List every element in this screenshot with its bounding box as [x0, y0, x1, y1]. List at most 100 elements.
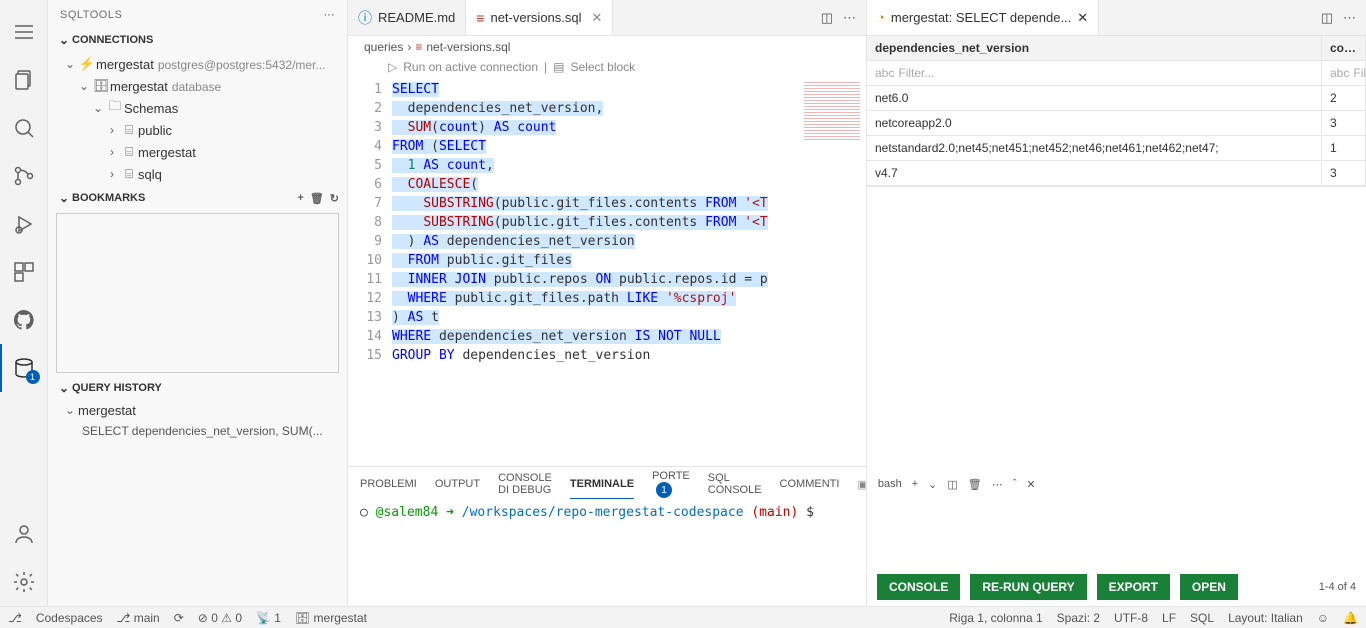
- bell-icon[interactable]: 🔔: [1343, 611, 1358, 625]
- console-button[interactable]: CONSOLE: [877, 574, 960, 600]
- tree-schemas[interactable]: ⌄ 🗀 Schemas: [48, 97, 347, 119]
- tree-schema-sqlq[interactable]: › ⌸ sqlq: [48, 163, 347, 185]
- status-ports[interactable]: 📡 1: [256, 611, 281, 625]
- status-bar: ⎇ Codespaces ⎇ main ⟳ ⊘ 0 ⚠ 0 📡 1 🗄 merg…: [0, 606, 1366, 628]
- table-row[interactable]: v4.7 3: [867, 161, 1366, 186]
- account-icon[interactable]: [0, 510, 48, 558]
- sidebar: SQLTOOLS ⋯ ⌄ CONNECTIONS ⌄ ⚡ mergestatpo…: [48, 0, 348, 606]
- chevron-down-icon: ⌄: [62, 403, 78, 417]
- tree-connection[interactable]: ⌄ ⚡ mergestatpostgres@postgres:5432/mer.…: [48, 53, 347, 75]
- db-result-icon: ◔: [877, 10, 885, 25]
- add-icon[interactable]: +: [297, 192, 303, 205]
- code-editor[interactable]: 123456789101112131415 SELECT dependencie…: [348, 80, 866, 466]
- bottom-panel: PROBLEMI OUTPUT CONSOLE DI DEBUG TERMINA…: [348, 466, 866, 606]
- tab-debug-console[interactable]: CONSOLE DI DEBUG: [498, 464, 552, 504]
- run-debug-icon[interactable]: [0, 200, 48, 248]
- editor-column: ⓘ README.md ≡ net-versions.sql ✕ ◫ ⋯ que…: [348, 0, 866, 606]
- split-editor-icon[interactable]: ◫: [1321, 10, 1333, 26]
- minimap[interactable]: [804, 82, 860, 142]
- search-icon[interactable]: [0, 104, 48, 152]
- sqltools-icon[interactable]: 1: [0, 344, 48, 392]
- close-icon[interactable]: ✕: [1077, 10, 1088, 26]
- status-encoding[interactable]: UTF-8: [1114, 611, 1148, 625]
- more-icon[interactable]: ⋯: [843, 10, 856, 26]
- chevron-right-icon: ›: [104, 123, 120, 137]
- section-connections[interactable]: ⌄ CONNECTIONS: [48, 29, 347, 51]
- chevron-right-icon: ›: [104, 145, 120, 159]
- export-button[interactable]: EXPORT: [1097, 574, 1170, 600]
- status-cursor[interactable]: Riga 1, colonna 1: [949, 611, 1042, 625]
- rerun-button[interactable]: RE-RUN QUERY: [970, 574, 1086, 600]
- tab-problemi[interactable]: PROBLEMI: [360, 470, 417, 498]
- status-problems[interactable]: ⊘ 0 ⚠ 0: [198, 611, 242, 625]
- table-row[interactable]: netstandard2.0;net45;net451;net452;net46…: [867, 136, 1366, 161]
- source-control-icon[interactable]: [0, 152, 48, 200]
- tab-readme[interactable]: ⓘ README.md: [348, 0, 466, 35]
- select-block-link[interactable]: Select block: [570, 60, 635, 74]
- filter-input-c2[interactable]: abcFilt: [1322, 61, 1366, 86]
- database-icon: 🗄: [92, 78, 110, 94]
- more-icon[interactable]: ⋯: [324, 8, 336, 21]
- refresh-icon[interactable]: ↻: [330, 192, 339, 205]
- breadcrumb[interactable]: queries › ≡ net-versions.sql: [348, 36, 866, 58]
- status-branch[interactable]: ⎇ main: [117, 611, 160, 625]
- select-block-icon[interactable]: ▤: [553, 60, 564, 74]
- sqltools-badge: 1: [26, 370, 40, 384]
- sql-file-icon: ≡: [476, 10, 484, 26]
- tab-sql-console[interactable]: SQL CONSOLE: [708, 464, 762, 504]
- terminal-content[interactable]: ○ @salem84 ➜ /workspaces/repo-mergestat-…: [348, 501, 866, 606]
- code-content[interactable]: SELECT dependencies_net_version, SUM(cou…: [392, 80, 866, 466]
- status-eol[interactable]: LF: [1162, 611, 1176, 625]
- settings-gear-icon[interactable]: [0, 558, 48, 606]
- tab-terminale[interactable]: TERMINALE: [570, 470, 634, 499]
- status-codespaces[interactable]: Codespaces: [36, 611, 103, 625]
- filter-icon: abc: [875, 66, 894, 80]
- table-row[interactable]: netcoreapp2.0 3: [867, 111, 1366, 136]
- play-icon[interactable]: ▷: [388, 60, 397, 74]
- chevron-down-icon: ⌄: [56, 381, 72, 395]
- explorer-icon[interactable]: [0, 56, 48, 104]
- tab-net-versions[interactable]: ≡ net-versions.sql ✕: [466, 0, 613, 35]
- close-icon[interactable]: ✕: [592, 10, 603, 26]
- sidebar-title: SQLTOOLS: [60, 9, 122, 21]
- tab-commenti[interactable]: COMMENTI: [780, 470, 840, 498]
- info-icon: ⓘ: [358, 8, 372, 28]
- tree-schema-public[interactable]: › ⌸ public: [48, 119, 347, 141]
- extensions-icon[interactable]: [0, 248, 48, 296]
- open-button[interactable]: OPEN: [1180, 574, 1238, 600]
- query-history-item[interactable]: SELECT dependencies_net_version, SUM(...: [48, 421, 347, 441]
- tree-database[interactable]: ⌄ 🗄 mergestatdatabase: [48, 75, 347, 97]
- section-bookmarks[interactable]: ⌄ BOOKMARKS + 🗑 ↻: [48, 187, 347, 209]
- group-icon: ⌸: [120, 144, 138, 160]
- results-table: dependencies_net_version count abcFilter…: [867, 36, 1366, 187]
- feedback-icon[interactable]: ☺: [1317, 611, 1329, 625]
- remote-icon[interactable]: ⎇: [8, 611, 22, 625]
- sync-icon[interactable]: ⟳: [174, 611, 184, 625]
- tab-porte[interactable]: PORTE1: [652, 470, 690, 498]
- chevron-down-icon: ⌄: [56, 33, 72, 47]
- porte-badge: 1: [656, 482, 672, 498]
- status-lang[interactable]: SQL: [1190, 611, 1214, 625]
- split-editor-icon[interactable]: ◫: [821, 10, 833, 26]
- row-count: 1-4 of 4: [1319, 581, 1356, 593]
- results-tab[interactable]: ◔ mergestat: SELECT depende... ✕: [867, 0, 1099, 35]
- group-icon: ⌸: [120, 122, 138, 138]
- status-indent[interactable]: Spazi: 2: [1057, 611, 1100, 625]
- tab-output[interactable]: OUTPUT: [435, 470, 480, 498]
- github-icon[interactable]: [0, 296, 48, 344]
- status-db[interactable]: 🗄 mergestat: [295, 611, 367, 625]
- run-connection-link[interactable]: Run on active connection: [403, 60, 538, 74]
- more-icon[interactable]: ⋯: [1343, 10, 1356, 26]
- filter-input-c1[interactable]: abcFilter...: [867, 61, 1322, 86]
- status-layout[interactable]: Layout: Italian: [1228, 611, 1303, 625]
- bookmarks-empty: [56, 213, 339, 373]
- section-query-history[interactable]: ⌄ QUERY HISTORY: [48, 377, 347, 399]
- table-row[interactable]: net6.0 2: [867, 86, 1366, 111]
- trash-icon[interactable]: 🗑: [310, 192, 324, 205]
- menu-icon[interactable]: [0, 8, 48, 56]
- col-header-name[interactable]: dependencies_net_version: [867, 36, 1322, 61]
- tree-schema-mergestat[interactable]: › ⌸ mergestat: [48, 141, 347, 163]
- col-header-count[interactable]: count: [1322, 36, 1366, 61]
- results-pane: ◔ mergestat: SELECT depende... ✕ ◫ ⋯ dep…: [866, 0, 1366, 606]
- query-history-group[interactable]: ⌄ mergestat: [48, 399, 347, 421]
